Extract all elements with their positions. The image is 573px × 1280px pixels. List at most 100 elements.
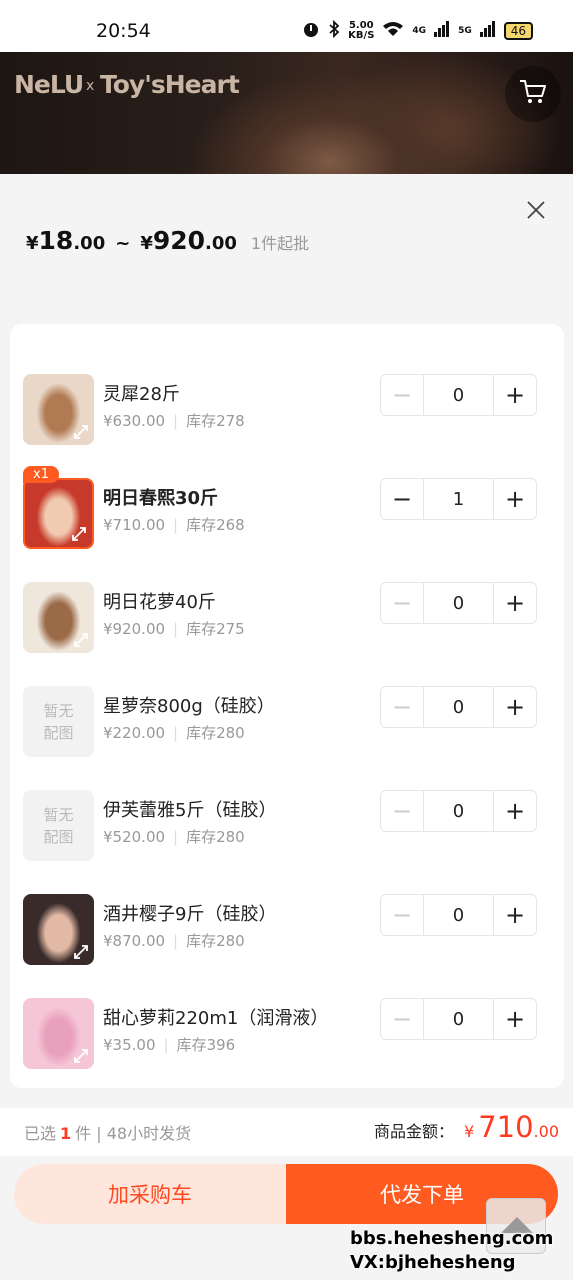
decrease-button[interactable]: − (381, 375, 423, 415)
net-speed-unit: KB/S (348, 30, 375, 41)
brand-separator: x (86, 78, 95, 94)
sku-thumbnail[interactable] (23, 374, 94, 445)
price-max-dec: .00 (205, 233, 237, 254)
meta-divider: | (173, 724, 179, 742)
sku-price: ¥220.00 (103, 724, 166, 742)
sku-name: 灵犀28斤 (103, 384, 180, 405)
quantity-input[interactable]: 0 (423, 687, 494, 727)
price-min-dec: .00 (73, 233, 106, 254)
decrease-button[interactable]: − (381, 479, 423, 519)
decrease-button[interactable]: − (381, 687, 423, 727)
decrease-button[interactable]: − (381, 791, 423, 831)
decrease-button[interactable]: − (381, 895, 423, 935)
increase-button[interactable]: + (494, 791, 536, 831)
sku-stock: 库存280 (186, 828, 245, 846)
sku-stock: 库存280 (186, 724, 245, 742)
battery-indicator: 46 (503, 22, 533, 40)
signal-4g-label: 4G (412, 26, 427, 36)
sku-price: ¥870.00 (103, 932, 166, 950)
amount-dec: .00 (533, 1122, 559, 1141)
expand-icon[interactable] (70, 525, 88, 543)
increase-button[interactable]: + (494, 583, 536, 623)
quantity-input[interactable]: 1 (423, 479, 494, 519)
amount-int: 710 (478, 1110, 534, 1144)
increase-button[interactable]: + (494, 375, 536, 415)
sku-thumbnail[interactable] (23, 582, 94, 653)
quantity-stepper: −0 + (380, 582, 537, 624)
sku-meta: ¥220.00 | 库存280 (103, 722, 245, 743)
quantity-input[interactable]: 0 (423, 375, 494, 415)
sku-item: 甜心萝莉220m1（润滑液） ¥35.00 | 库存396 −0 + (10, 998, 564, 1088)
order-summary: 已选 1 件 | 48小时发货 商品金额： ¥ 710 .00 (0, 1108, 573, 1156)
sku-meta: ¥710.00 | 库存268 (103, 514, 245, 535)
quantity-stepper: −0 + (380, 686, 537, 728)
price-min-int: 18 (38, 226, 74, 255)
sku-thumbnail[interactable] (23, 894, 94, 965)
quantity-stepper: −0 + (380, 374, 537, 416)
add-to-cart-button[interactable]: 加采购车 (14, 1164, 286, 1224)
status-time: 20:54 (96, 20, 151, 42)
quantity-stepper: −0 + (380, 894, 537, 936)
quantity-input[interactable]: 0 (423, 895, 494, 935)
sku-name: 伊芙蕾雅5斤（硅胶） (103, 800, 277, 821)
sku-name: 酒井樱子9斤（硅胶） (103, 904, 277, 925)
sku-stock: 库存396 (176, 1036, 236, 1054)
expand-icon[interactable] (72, 423, 90, 441)
close-icon[interactable] (524, 198, 548, 222)
expand-icon[interactable] (72, 943, 90, 961)
quantity-input[interactable]: 0 (423, 583, 494, 623)
increase-button[interactable]: + (494, 479, 536, 519)
quantity-input[interactable]: 0 (423, 791, 494, 831)
sku-price: ¥920.00 (103, 620, 166, 638)
quantity-input[interactable]: 0 (423, 999, 494, 1039)
sku-price: ¥710.00 (103, 516, 166, 534)
sku-thumbnail[interactable]: 暂无配图 (23, 790, 94, 861)
meta-divider: | (173, 620, 179, 638)
status-icons: 5.00 KB/S 4G 5G 46 (302, 19, 533, 42)
product-banner: NeLU x Toy'sHeart (0, 52, 573, 174)
increase-button[interactable]: + (494, 895, 536, 935)
watermark-url: bbs.hehesheng.com (350, 1228, 554, 1249)
sku-name: 明日花萝40斤 (103, 592, 216, 613)
sku-item: 暂无配图 伊芙蕾雅5斤（硅胶） ¥520.00 | 库存280 −0 + (10, 790, 564, 894)
brand-partner-logo: Toy'sHeart (100, 70, 240, 99)
sku-price: ¥520.00 (103, 828, 166, 846)
selected-suffix: 件 | 48小时发货 (75, 1124, 192, 1143)
sku-thumbnail[interactable]: 暂无配图 (23, 686, 94, 757)
decrease-button[interactable]: − (381, 583, 423, 623)
sheet-header: ¥ 18 .00 ~ ¥ 920 .00 1件起批 (0, 174, 573, 324)
alarm-icon (302, 20, 320, 42)
sku-price: ¥630.00 (103, 412, 166, 430)
meta-divider: | (173, 932, 179, 950)
sku-meta: ¥630.00 | 库存278 (103, 410, 245, 431)
sku-thumbnail[interactable] (23, 478, 94, 549)
quantity-stepper: −0 + (380, 790, 537, 832)
sku-stock: 库存268 (186, 516, 245, 534)
signal-5g-label: 5G (458, 26, 472, 36)
price-range: ¥ 18 .00 ~ ¥ 920 .00 1件起批 (26, 226, 309, 255)
watermark-contact: VX:bjhehesheng (350, 1252, 516, 1273)
sku-price: ¥35.00 (103, 1036, 156, 1054)
meta-divider: | (173, 828, 179, 846)
sku-stock: 库存275 (186, 620, 245, 638)
decrease-button[interactable]: − (381, 999, 423, 1039)
increase-button[interactable]: + (494, 687, 536, 727)
cart-button[interactable] (505, 66, 561, 122)
sku-name: 星萝奈800g（硅胶） (103, 696, 275, 717)
signal-bars-icon (479, 21, 496, 41)
sku-meta: ¥520.00 | 库存280 (103, 826, 245, 847)
expand-icon[interactable] (72, 631, 90, 649)
quantity-stepper: −1 + (380, 478, 537, 520)
selected-summary: 已选 1 件 | 48小时发货 (24, 1120, 191, 1144)
sku-meta: ¥920.00 | 库存275 (103, 618, 245, 639)
meta-divider: | (173, 516, 179, 534)
cart-icon (518, 78, 548, 110)
sku-item: 明日花萝40斤 ¥920.00 | 库存275 −0 + (10, 582, 564, 686)
sku-thumbnail[interactable] (23, 998, 94, 1069)
price-currency: ¥ (26, 233, 39, 254)
selected-count: 1 (60, 1124, 72, 1143)
increase-button[interactable]: + (494, 999, 536, 1039)
sku-stock: 库存280 (186, 932, 245, 950)
brand-logo: NeLU (14, 70, 84, 99)
expand-icon[interactable] (72, 1047, 90, 1065)
